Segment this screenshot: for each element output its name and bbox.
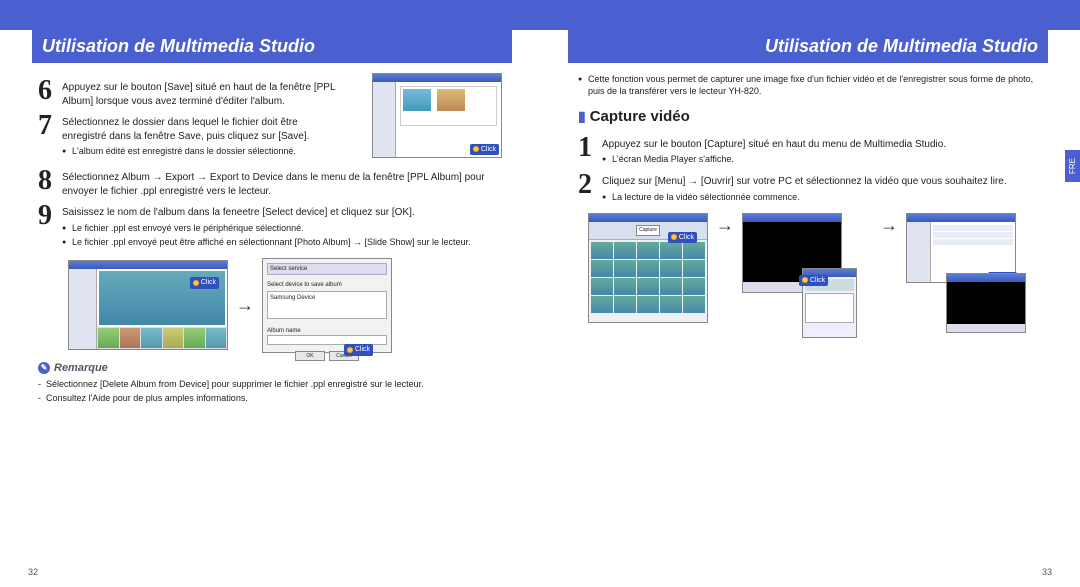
remark-label-text: Remarque bbox=[54, 362, 108, 374]
step-number: 2 bbox=[578, 171, 602, 205]
page-number-right: 33 bbox=[1042, 567, 1052, 577]
step-number: 9 bbox=[38, 202, 62, 250]
step-7-bullet: L'album édité est enregistré dans le dos… bbox=[62, 145, 342, 157]
click-badge: Click bbox=[344, 344, 373, 355]
thumbnail-grid bbox=[589, 240, 707, 315]
capture-panel: Click bbox=[802, 268, 857, 338]
select-device-dialog: Select service Select device to save alb… bbox=[262, 258, 392, 353]
dialog-ok-button: OK bbox=[295, 351, 325, 361]
left-page: Utilisation de Multimedia Studio 6 Appuy… bbox=[0, 30, 540, 587]
step-2: 2 Cliquez sur [Menu] → [Ouvrir] sur votr… bbox=[578, 171, 1042, 205]
step-2-text: Cliquez sur [Menu] → [Ouvrir] sur votre … bbox=[602, 175, 1042, 189]
page-spread: Utilisation de Multimedia Studio 6 Appuy… bbox=[0, 0, 1080, 587]
media-player-group: Click bbox=[742, 213, 842, 293]
left-header: Utilisation de Multimedia Studio bbox=[28, 30, 512, 63]
step-number: 7 bbox=[38, 112, 62, 159]
dialog-device-list: Samsung Device bbox=[267, 291, 387, 319]
remark-heading: ✎ Remarque bbox=[38, 361, 502, 376]
step-9-images: Click → bbox=[68, 258, 502, 353]
step-9-bullet-1: Le fichier .ppl est envoyé vers le périp… bbox=[62, 222, 502, 234]
remark-1: Sélectionnez [Delete Album from Device] … bbox=[38, 378, 502, 390]
click-badge: Click bbox=[190, 277, 219, 288]
click-badge: Click bbox=[470, 144, 499, 155]
step-1-text: Appuyez sur le bouton [Capture] situé en… bbox=[602, 138, 1042, 152]
step-9: 9 Saisissez le nom de l'album dans la fe… bbox=[38, 202, 502, 250]
arrow-icon: → bbox=[716, 213, 734, 237]
step-6: 6 Appuyez sur le bouton [Save] situé en … bbox=[38, 77, 362, 108]
intro-text: Cette fonction vous permet de capturer u… bbox=[578, 73, 1042, 97]
step-2-bullet: La lecture de la vidéo sélectionnée comm… bbox=[602, 191, 1042, 203]
dialog-title: Select service bbox=[267, 263, 387, 275]
step-number: 6 bbox=[38, 77, 62, 108]
capture-images-row: Capture Click → bbox=[588, 213, 1042, 323]
capture-video-heading: Capture vidéo bbox=[578, 107, 1042, 127]
dialog-subtitle: Select device to save album bbox=[267, 281, 387, 289]
media-player-playing bbox=[946, 273, 1026, 333]
arrow-icon: → bbox=[880, 213, 898, 237]
multimedia-studio-screenshot: Capture Click bbox=[588, 213, 708, 323]
step-8-text: Sélectionnez Album → Export → Export to … bbox=[62, 167, 502, 198]
language-tab: FRE bbox=[1065, 150, 1080, 182]
step-9-text: Saisissez le nom de l'album dans la fene… bbox=[62, 206, 502, 220]
click-badge: Click bbox=[799, 275, 828, 286]
right-content: Cette fonction vous permet de capturer u… bbox=[568, 73, 1052, 323]
click-badge: Click bbox=[668, 232, 697, 243]
note-icon: ✎ bbox=[38, 362, 50, 374]
step-8: 8 Sélectionnez Album → Export → Export t… bbox=[38, 167, 502, 198]
ppl-album-screenshot: Click bbox=[68, 260, 228, 350]
arrow-icon: → bbox=[236, 293, 254, 317]
dialog-field-label: Album name bbox=[267, 327, 387, 335]
capture-button: Capture bbox=[636, 225, 660, 236]
step-7: 7 Sélectionnez le dossier dans lequel le… bbox=[38, 112, 362, 159]
step-number: 8 bbox=[38, 167, 62, 198]
step-1: 1 Appuyez sur le bouton [Capture] situé … bbox=[578, 134, 1042, 168]
remark-2: Consultez l'Aide pour de plus amples inf… bbox=[38, 392, 502, 404]
step-6-text: Appuyez sur le bouton [Save] situé en ha… bbox=[62, 77, 362, 108]
right-header: Utilisation de Multimedia Studio bbox=[568, 30, 1052, 63]
left-content: 6 Appuyez sur le bouton [Save] situé en … bbox=[28, 73, 512, 404]
open-video-group: Click bbox=[906, 213, 1016, 283]
save-dialog-screenshot: Click bbox=[372, 73, 502, 158]
right-page: Utilisation de Multimedia Studio FRE Cet… bbox=[540, 30, 1080, 587]
step-number: 1 bbox=[578, 134, 602, 168]
step-9-bullet-2: Le fichier .ppl envoyé peut être affiché… bbox=[62, 236, 502, 248]
step-1-bullet: L'écran Media Player s'affiche. bbox=[602, 153, 1042, 165]
page-number-left: 32 bbox=[28, 567, 38, 577]
step-7-text: Sélectionnez le dossier dans lequel le f… bbox=[62, 116, 342, 143]
